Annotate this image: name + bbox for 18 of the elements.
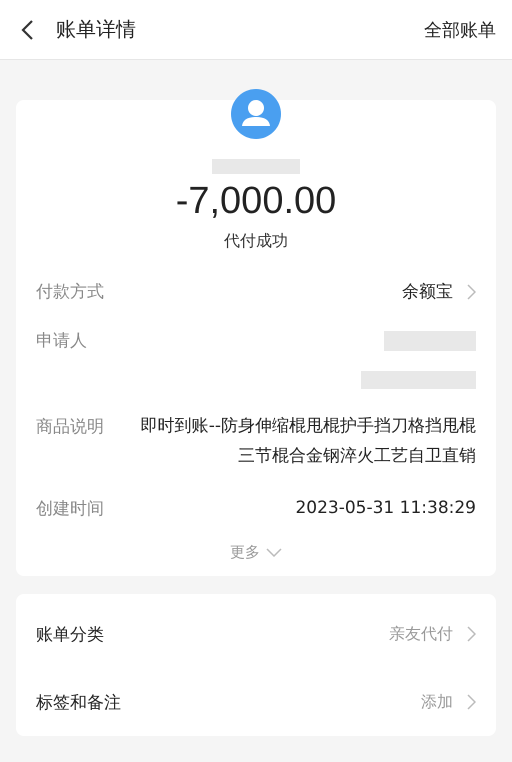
- all-bills-link[interactable]: 全部账单: [424, 18, 496, 42]
- chevron-down-icon: [266, 548, 282, 557]
- settings-row[interactable]: 账单分类 亲友代付: [36, 600, 476, 668]
- field-label: 商品说明: [36, 416, 104, 438]
- status-text: 代付成功: [224, 231, 288, 252]
- amount: -7,000.00: [176, 180, 336, 223]
- page-title: 账单详情: [56, 16, 137, 43]
- field-label: 付款方式: [36, 281, 104, 303]
- chevron-icon: [467, 626, 476, 642]
- field-value: 即时到账--防身伸缩棍甩棍护手挡刀格挡甩棍三节棍合金钢淬火工艺自卫直销: [140, 415, 476, 468]
- settings-row[interactable]: 标签和备注 添加: [36, 668, 476, 736]
- field-value: 2023-05-31 11:38:29: [294, 497, 476, 520]
- field-label: 创建时间: [36, 498, 104, 520]
- back-icon[interactable]: [20, 18, 34, 40]
- payment-method[interactable]: 余额宝: [402, 280, 453, 303]
- chevron-icon: [467, 284, 476, 300]
- field-label: 申请人: [36, 330, 87, 352]
- chevron-icon: [467, 694, 476, 710]
